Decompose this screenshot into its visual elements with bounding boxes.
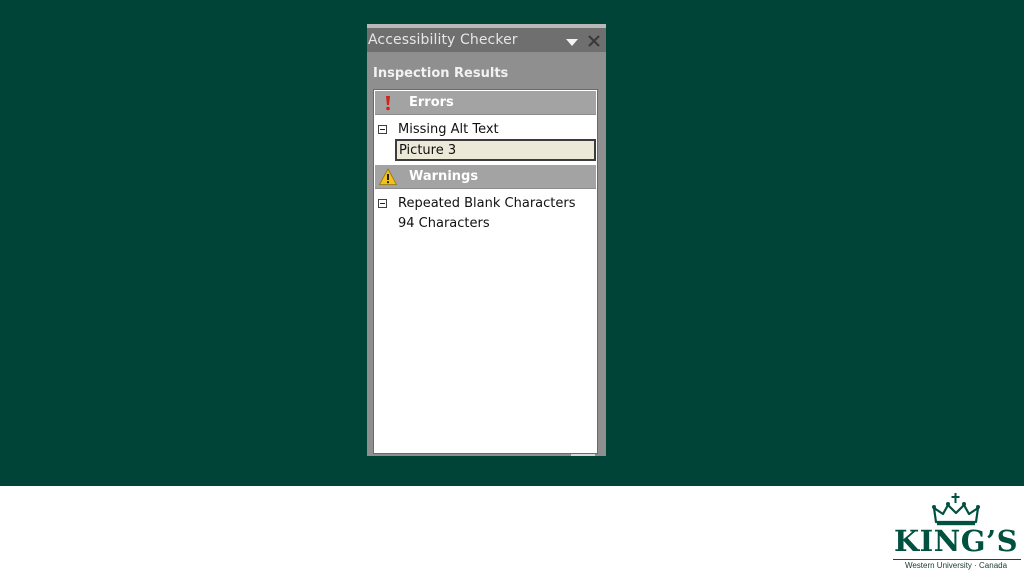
errors-label: Errors <box>409 95 454 110</box>
logo-subtitle: Western University · Canada <box>904 561 1008 570</box>
kings-logo: KING’S Western University · Canada <box>890 492 1022 572</box>
inspection-results-list[interactable]: Errors Missing Alt Text Picture 3 Warnin… <box>373 89 598 454</box>
inspection-results-heading: Inspection Results <box>373 66 509 81</box>
pane-title: Accessibility Checker <box>368 32 518 48</box>
repeated-blank-characters-label: Repeated Blank Characters <box>398 196 576 211</box>
warnings-section-header[interactable]: Warnings <box>375 165 596 189</box>
pane-close-button[interactable] <box>586 33 602 49</box>
close-icon <box>588 35 600 47</box>
pane-menu-button[interactable] <box>564 34 580 48</box>
missing-alt-text-label: Missing Alt Text <box>398 122 499 137</box>
errors-section-header[interactable]: Errors <box>375 91 596 115</box>
collapse-toggle[interactable] <box>378 199 387 208</box>
warning-triangle-icon <box>379 168 397 185</box>
accessibility-checker-pane: Accessibility Checker Inspection Results… <box>367 24 606 456</box>
collapse-toggle[interactable] <box>378 125 387 134</box>
picture-3-label: Picture 3 <box>399 143 457 158</box>
picture-3-item[interactable]: Picture 3 <box>395 139 596 161</box>
exclamation-icon <box>386 96 390 111</box>
crown-cross-icon <box>932 493 980 526</box>
pane-resize-grip[interactable] <box>571 454 595 456</box>
94-characters-item[interactable]: 94 Characters <box>398 216 490 231</box>
slide-footer <box>0 486 1024 576</box>
logo-wordmark: KING’S <box>893 524 1019 558</box>
warnings-label: Warnings <box>409 169 479 184</box>
logo-divider <box>893 559 1021 560</box>
pane-titlebar[interactable]: Accessibility Checker <box>367 28 606 52</box>
triangle-down-icon <box>566 39 578 46</box>
